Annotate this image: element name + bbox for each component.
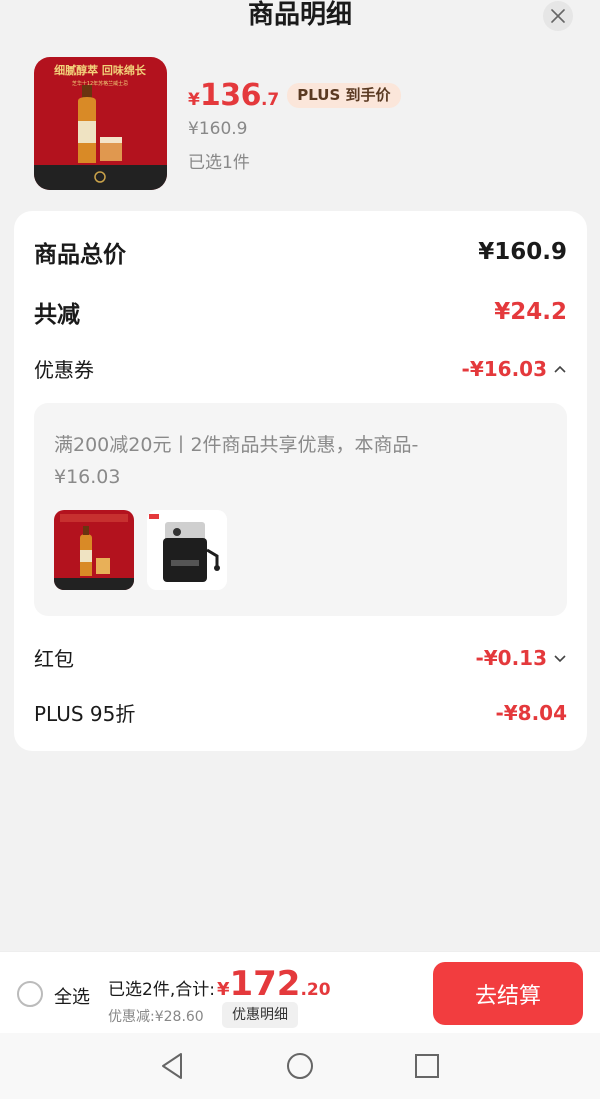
original-price: ¥160.9 xyxy=(188,119,248,139)
coupon-row[interactable]: 优惠券 -¥16.03 xyxy=(34,354,567,383)
discount-detail-button[interactable]: 优惠明细 xyxy=(222,1002,298,1028)
coupon-label: 优惠券 xyxy=(34,358,94,382)
square-recent-icon[interactable] xyxy=(412,1051,442,1081)
redpacket-value: -¥0.13 xyxy=(475,645,547,670)
close-button[interactable] xyxy=(543,1,573,31)
redpacket-value-group[interactable]: -¥0.13 xyxy=(475,646,567,670)
product-image-subtitle: 芝华士12年苏格兰威士忌 xyxy=(72,80,128,87)
coupon-value-group[interactable]: -¥16.03 xyxy=(462,357,567,381)
plus-discount-label: PLUS 95折 xyxy=(34,702,136,726)
total-prefix: 已选2件,合计: xyxy=(108,980,215,1000)
checkout-button[interactable]: 去结算 xyxy=(433,962,583,1025)
coupon-detail-box: 满200减20元丨2件商品共享优惠，本商品-¥16.03 xyxy=(34,403,567,616)
coupon-product-thumb-sharpener[interactable] xyxy=(147,510,227,590)
reduction-row: 共减 ¥24.2 xyxy=(34,295,567,329)
reduction-value: ¥24.2 xyxy=(494,299,567,325)
select-all-label[interactable]: 全选 xyxy=(54,983,90,1009)
select-all-radio[interactable] xyxy=(17,981,43,1007)
page-title: 商品明细 xyxy=(247,0,352,30)
plus-discount-value: -¥8.04 xyxy=(495,700,567,725)
total-price-value: ¥160.9 xyxy=(478,239,567,265)
chevron-up-icon xyxy=(554,365,566,373)
circle-home-icon[interactable] xyxy=(285,1051,315,1081)
reduction-label: 共减 xyxy=(34,302,80,328)
total-symbol: ¥ xyxy=(216,979,230,1000)
plus-price-badge: PLUS 到手价 xyxy=(287,83,401,108)
triangle-back-icon[interactable] xyxy=(157,1051,187,1081)
chevron-down-icon xyxy=(554,654,566,662)
total-price-label: 商品总价 xyxy=(34,242,126,268)
selected-count: 已选1件 xyxy=(188,153,250,173)
coupon-detail-text: 满200减20元丨2件商品共享优惠，本商品-¥16.03 xyxy=(54,434,419,488)
checkout-bar: 全选 已选2件,合计: ¥ 172 .20 优惠减:¥28.60 优惠明细 去结… xyxy=(0,951,600,1033)
redpacket-label: 红包 xyxy=(34,647,74,671)
total-price-row: 商品总价 ¥160.9 xyxy=(34,235,567,269)
coupon-product-thumb-whisky[interactable] xyxy=(54,510,134,590)
price-decimal: .7 xyxy=(260,90,280,110)
price-summary-card: 商品总价 ¥160.9 共减 ¥24.2 优惠券 -¥16.03 满200减20… xyxy=(14,211,587,751)
total-summary: 已选2件,合计: ¥ 172 .20 xyxy=(108,964,331,1004)
detail-sheet-header: 商品明细 细腻醇萃 回味绵长 芝华士12年苏格兰威士忌 ¥ 136 .7 PLU… xyxy=(0,0,600,215)
price-symbol: ¥ xyxy=(188,90,200,110)
price-integer: 136 xyxy=(199,78,262,113)
total-integer: 172 xyxy=(229,964,301,1004)
close-icon xyxy=(551,9,565,23)
product-price: ¥ 136 .7 PLUS 到手价 xyxy=(188,78,401,113)
coupon-value: -¥16.03 xyxy=(461,356,547,381)
total-decimal: .20 xyxy=(300,980,331,1000)
plus-discount-row: PLUS 95折 -¥8.04 xyxy=(34,698,567,727)
redpacket-row[interactable]: 红包 -¥0.13 xyxy=(34,643,567,672)
product-image[interactable]: 细腻醇萃 回味绵长 芝华士12年苏格兰威士忌 xyxy=(34,57,167,190)
discount-total: 优惠减:¥28.60 xyxy=(108,1009,204,1025)
product-image-slogan: 细腻醇萃 回味绵长 xyxy=(54,63,147,77)
system-nav-bar xyxy=(0,1033,600,1099)
